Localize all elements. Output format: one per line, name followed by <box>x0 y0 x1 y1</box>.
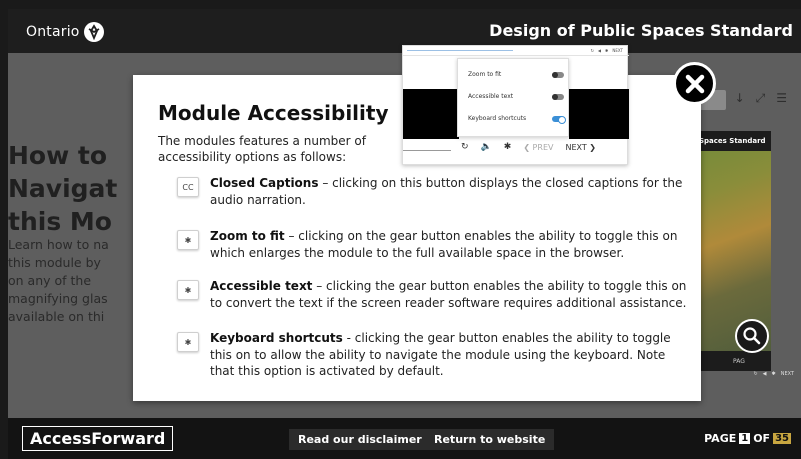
background-mini-controls: ↻ ◀ ✱ NEXT <box>698 371 798 377</box>
background-body: Learn how to na this module by on any of… <box>8 236 126 326</box>
replay-icon: ↻ <box>753 371 758 377</box>
dialog-title: Module Accessibility <box>158 101 389 125</box>
logo-text: Ontario <box>26 24 80 40</box>
background-heading-line: this Mo <box>8 207 112 236</box>
photo-caption: Spaces Standard <box>695 131 771 151</box>
preview-dark-panel <box>569 89 629 139</box>
option-label: Accessible text <box>210 279 313 293</box>
page-total: 35 <box>773 433 791 444</box>
return-to-website-button[interactable]: Return to website <box>425 429 555 450</box>
preview-controls: ↻ 🔈 ✱ ❮ PREV NEXT ❯ <box>461 142 596 152</box>
background-body-line: this module by <box>8 255 101 270</box>
option-keyboard-shortcuts: ✱ Keyboard shortcuts - clicking the gear… <box>177 330 687 380</box>
menu-icon[interactable]: ☰ <box>776 91 787 106</box>
preview-menu-row: Accessible text <box>468 93 564 100</box>
replay-icon: ↻ <box>461 142 469 152</box>
background-heading-line: How to <box>8 141 108 170</box>
option-label: Keyboard shortcuts <box>210 331 343 345</box>
preview-next-label: NEXT ❯ <box>565 142 596 152</box>
preview-top-bar: ↻ ◀ ✱ NEXT <box>403 46 629 56</box>
preview-menu-row: Zoom to fit <box>468 71 564 78</box>
background-heading: How to Navigat this Mo <box>8 139 117 238</box>
preview-menu-label: Zoom to fit <box>468 71 502 78</box>
option-label: Closed Captions <box>210 176 319 190</box>
page-of: OF <box>753 432 771 445</box>
trillium-icon <box>83 22 104 42</box>
toggle-switch <box>552 115 566 124</box>
option-description: Closed Captions – clicking on this butto… <box>210 175 687 208</box>
preview-prev-label: ❮ PREV <box>523 142 554 152</box>
gear-icon: ✱ <box>771 371 776 377</box>
preview-menu-row: Keyboard shortcuts <box>468 115 566 124</box>
fullscreen-icon[interactable]: ⤢ <box>756 91 766 106</box>
gear-icon: ✱ <box>177 230 199 250</box>
preview-menu-label: Accessible text <box>468 93 514 100</box>
dialog-intro: The modules features a number of accessi… <box>158 134 366 164</box>
accessforward-logo: AccessForward <box>22 426 174 451</box>
standard-title: Design of Public Spaces Standard <box>489 21 793 40</box>
gear-icon: ✱ <box>177 280 199 300</box>
photo-footer: PAG <box>695 351 771 371</box>
download-icon[interactable]: ↓ <box>735 91 745 106</box>
mini-next-label: NEXT <box>780 371 794 377</box>
preview-rule <box>403 150 451 151</box>
preview-menu-label: Keyboard shortcuts <box>468 115 527 122</box>
settings-preview-image: ↻ ◀ ✱ NEXT Zoom to fit Accessible text K… <box>402 45 629 165</box>
gear-icon: ✱ <box>177 332 199 352</box>
background-body-line: magnifying glas <box>8 291 108 306</box>
ontario-logo: Ontario <box>26 22 104 42</box>
option-description: Accessible text – clicking the gear butt… <box>210 278 687 311</box>
background-body-line: on any of the <box>8 273 92 288</box>
preview-top-next: NEXT <box>612 48 623 53</box>
background-body-line: available on thi <box>8 309 105 324</box>
volume-icon: 🔈 <box>480 142 492 152</box>
page-indicator: PAGE 1 OF 35 <box>704 432 791 445</box>
close-dialog-button[interactable] <box>673 62 716 105</box>
option-zoom-to-fit: ✱ Zoom to fit – clicking on the gear but… <box>177 228 687 261</box>
option-label: Zoom to fit <box>210 229 285 243</box>
page-current: 1 <box>739 433 751 444</box>
option-closed-captions: CC Closed Captions – clicking on this bu… <box>177 175 687 208</box>
volume-icon: ◀ <box>762 371 767 377</box>
magnifier-button[interactable] <box>735 319 769 353</box>
preview-settings-menu: Zoom to fit Accessible text Keyboard sho… <box>457 58 569 137</box>
option-description: Zoom to fit – clicking on the gear butto… <box>210 228 687 261</box>
volume-icon: ◀ <box>597 48 601 53</box>
toggle-switch <box>552 71 564 78</box>
replay-icon: ↻ <box>590 48 594 53</box>
option-description: Keyboard shortcuts - clicking the gear b… <box>210 330 687 380</box>
disclaimer-button[interactable]: Read our disclaimer <box>289 429 431 450</box>
preview-progress-line <box>407 50 513 51</box>
app-frame: Ontario Design of Public Spaces Standard… <box>8 9 801 459</box>
background-heading-line: Navigat <box>8 174 118 203</box>
cc-icon: CC <box>177 177 199 197</box>
photo-page-label: PAG <box>733 358 745 365</box>
bottom-bar: AccessForward Read our disclaimer Return… <box>8 418 801 459</box>
gear-icon: ✱ <box>503 142 512 152</box>
magnifier-icon <box>743 327 761 345</box>
background-body-line: Learn how to na <box>8 237 109 252</box>
preview-dark-panel <box>403 89 459 139</box>
close-icon <box>685 74 704 93</box>
option-accessible-text: ✱ Accessible text – clicking the gear bu… <box>177 278 687 311</box>
background-controls: ↓ ⤢ ☰ <box>735 91 787 106</box>
toggle-switch <box>552 93 564 100</box>
page-label: PAGE <box>704 432 737 445</box>
gear-icon: ✱ <box>605 48 609 53</box>
